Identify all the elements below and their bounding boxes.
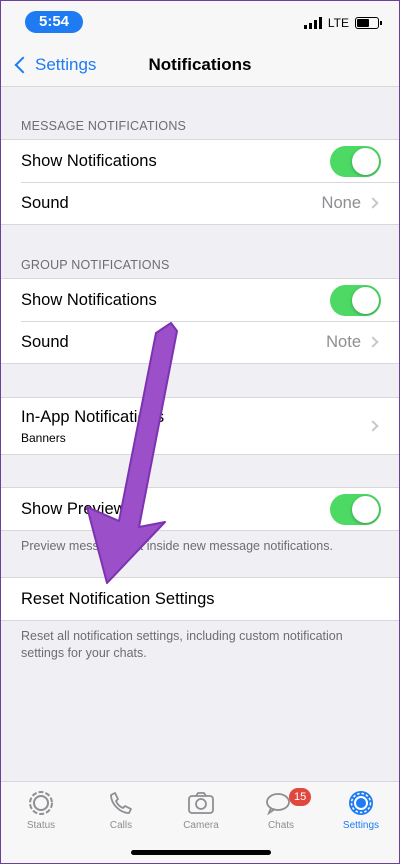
message-show-notifications-row: Show Notifications <box>1 140 399 182</box>
tab-camera[interactable]: Camera <box>161 788 241 831</box>
preview-footer: Preview message text inside new message … <box>21 539 333 553</box>
status-bar: 5:54 LTE <box>1 1 399 45</box>
tab-calls[interactable]: Calls <box>81 788 161 831</box>
gear-icon <box>321 788 400 818</box>
message-notifications-header: MESSAGE NOTIFICATIONS <box>21 119 187 133</box>
group-show-notifications-label: Show Notifications <box>21 290 157 309</box>
chevron-right-icon <box>367 336 379 348</box>
show-preview-row: Show Preview <box>1 488 399 530</box>
home-indicator <box>131 850 271 855</box>
chats-unread-badge: 15 <box>289 788 312 806</box>
message-notifications-group: Show Notifications Sound None <box>1 139 399 225</box>
chevron-right-icon <box>367 197 379 209</box>
message-sound-value: None <box>321 193 361 212</box>
group-sound-value: Note <box>326 332 361 351</box>
phone-icon <box>81 788 161 818</box>
signal-icon <box>303 17 322 29</box>
reset-group: Reset Notification Settings <box>1 577 399 621</box>
tab-settings-label: Settings <box>342 820 380 831</box>
tab-bar: Status Calls Camera 15 Chats Settings <box>1 781 399 863</box>
group-sound-row[interactable]: Sound Note <box>1 321 399 363</box>
tab-chats[interactable]: 15 Chats <box>241 788 321 831</box>
tab-calls-label: Calls <box>109 820 133 831</box>
camera-icon <box>161 788 241 818</box>
in-app-notifications-group: In-App Notifications Banners <box>1 397 399 455</box>
tab-camera-label: Camera <box>183 820 219 831</box>
tab-status-label: Status <box>26 820 56 831</box>
reset-notification-settings-button[interactable]: Reset Notification Settings <box>1 578 399 620</box>
tab-status[interactable]: Status <box>1 788 81 831</box>
tab-chats-label: Chats <box>267 820 295 831</box>
message-sound-label: Sound <box>21 193 69 212</box>
reset-notification-settings-label: Reset Notification Settings <box>21 589 215 608</box>
tab-settings[interactable]: Settings <box>321 788 400 831</box>
message-show-notifications-label: Show Notifications <box>21 151 157 170</box>
group-notifications-header: GROUP NOTIFICATIONS <box>21 258 170 272</box>
status-indicators: LTE <box>303 16 382 30</box>
in-app-notifications-row[interactable]: In-App Notifications Banners <box>1 398 399 454</box>
group-show-notifications-row: Show Notifications <box>1 279 399 321</box>
battery-icon <box>355 17 382 29</box>
chevron-right-icon <box>367 420 379 432</box>
status-time: 5:54 <box>25 11 83 33</box>
preview-group: Show Preview <box>1 487 399 531</box>
show-preview-toggle[interactable] <box>330 493 381 525</box>
message-sound-row[interactable]: Sound None <box>1 182 399 224</box>
group-notifications-group: Show Notifications Sound Note <box>1 278 399 364</box>
reset-footer: Reset all notification settings, includi… <box>21 629 343 660</box>
in-app-notifications-value: Banners <box>21 430 66 445</box>
message-show-notifications-toggle[interactable] <box>330 145 381 177</box>
group-show-notifications-toggle[interactable] <box>330 284 381 316</box>
in-app-notifications-label: In-App Notifications <box>21 407 165 426</box>
status-icon <box>1 788 81 818</box>
group-sound-label: Sound <box>21 332 69 351</box>
navigation-bar: Settings Notifications <box>1 45 399 87</box>
network-label: LTE <box>327 16 349 30</box>
page-title: Notifications <box>148 55 252 74</box>
show-preview-label: Show Preview <box>21 499 126 518</box>
